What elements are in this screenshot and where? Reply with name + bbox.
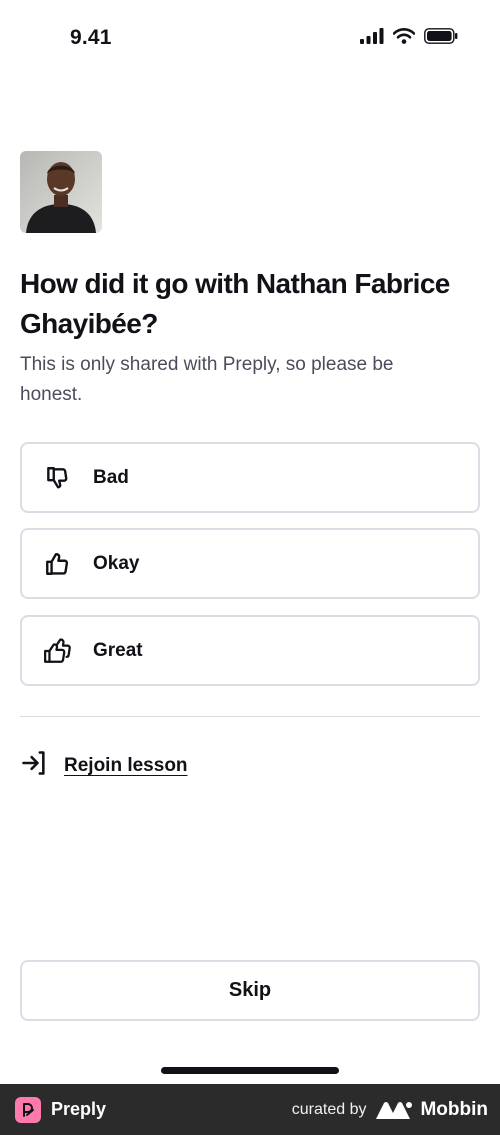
status-bar: 9.41 (0, 0, 500, 76)
divider (20, 716, 480, 717)
enter-icon (20, 749, 48, 782)
rating-option-label: Great (93, 639, 143, 661)
wifi-icon (393, 28, 415, 44)
status-icons (360, 28, 458, 44)
footer-app: Preply (15, 1096, 107, 1123)
mobbin-logo: Mobbin (376, 1099, 488, 1121)
footer-app-name: Preply (51, 1099, 107, 1119)
page-title: How did it go with Nathan Fabrice Ghayib… (20, 268, 450, 339)
preply-logo-icon (15, 1096, 41, 1123)
footer-bar: Preply curated by Mobbin (0, 1084, 500, 1135)
rating-option-label: Okay (93, 552, 140, 574)
thumbs-up-icon (42, 549, 72, 579)
skip-button[interactable]: Skip (20, 960, 480, 1021)
double-thumbs-up-icon (42, 636, 72, 666)
battery-icon (424, 28, 458, 44)
rejoin-lesson-link[interactable]: Rejoin lesson (20, 749, 188, 782)
tutor-avatar (20, 151, 102, 233)
mobbin-icon (376, 1101, 413, 1119)
rejoin-lesson-label: Rejoin lesson (64, 754, 188, 776)
footer-credit: curated by Mobbin (292, 1099, 488, 1121)
page-subtitle: This is only shared with Preply, so plea… (20, 354, 394, 405)
mobbin-label: Mobbin (420, 1098, 488, 1120)
curated-by-label: curated by (291, 1100, 367, 1118)
rating-option-bad[interactable]: Bad (20, 442, 480, 513)
status-time: 9.41 (70, 26, 112, 49)
signal-icon (360, 28, 384, 44)
rating-option-label: Bad (93, 466, 129, 488)
home-indicator (161, 1067, 339, 1074)
rating-option-great[interactable]: Great (20, 615, 480, 686)
rating-option-okay[interactable]: Okay (20, 528, 480, 599)
thumbs-down-icon (42, 463, 72, 493)
